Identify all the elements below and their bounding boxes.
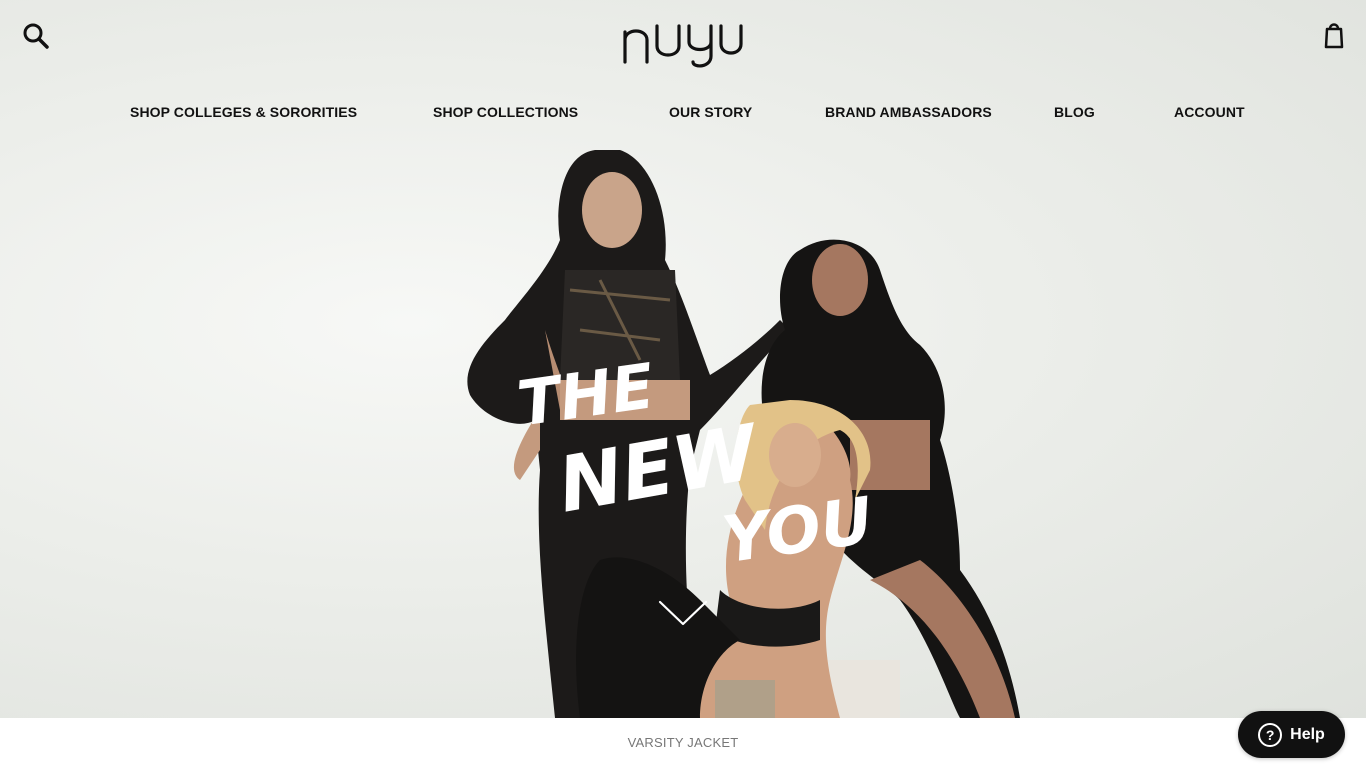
shopping-bag-icon <box>1324 23 1344 49</box>
nav-shop-colleges-sororities[interactable]: SHOP COLLEGES & SORORITIES <box>130 104 357 120</box>
help-label: Help <box>1290 725 1325 743</box>
scroll-down-button[interactable] <box>656 598 710 628</box>
nav-our-story[interactable]: OUR STORY <box>669 104 752 120</box>
nav-brand-ambassadors[interactable]: BRAND AMBASSADORS <box>825 104 992 120</box>
search-button[interactable] <box>20 20 52 52</box>
search-icon <box>23 23 49 49</box>
main-nav: SHOP COLLEGES & SORORITIES SHOP COLLECTI… <box>0 104 1366 126</box>
question-circle-icon: ? <box>1258 722 1283 747</box>
product-label[interactable]: VARSITY JACKET <box>0 735 1366 750</box>
nav-blog[interactable]: BLOG <box>1054 104 1095 120</box>
nav-shop-collections[interactable]: SHOP COLLECTIONS <box>433 104 578 120</box>
help-button[interactable]: ? Help <box>1238 711 1345 758</box>
hero-banner: SHOP COLLEGES & SORORITIES SHOP COLLECTI… <box>0 0 1366 718</box>
product-strip: VARSITY JACKET <box>0 718 1366 768</box>
brand-logo[interactable] <box>617 18 749 72</box>
nav-account[interactable]: ACCOUNT <box>1174 104 1245 120</box>
cart-button[interactable] <box>1320 20 1348 52</box>
chevron-down-icon <box>658 600 708 626</box>
nuyu-logo <box>623 24 743 68</box>
hero-tagline: THE NEW YOU <box>513 350 877 578</box>
